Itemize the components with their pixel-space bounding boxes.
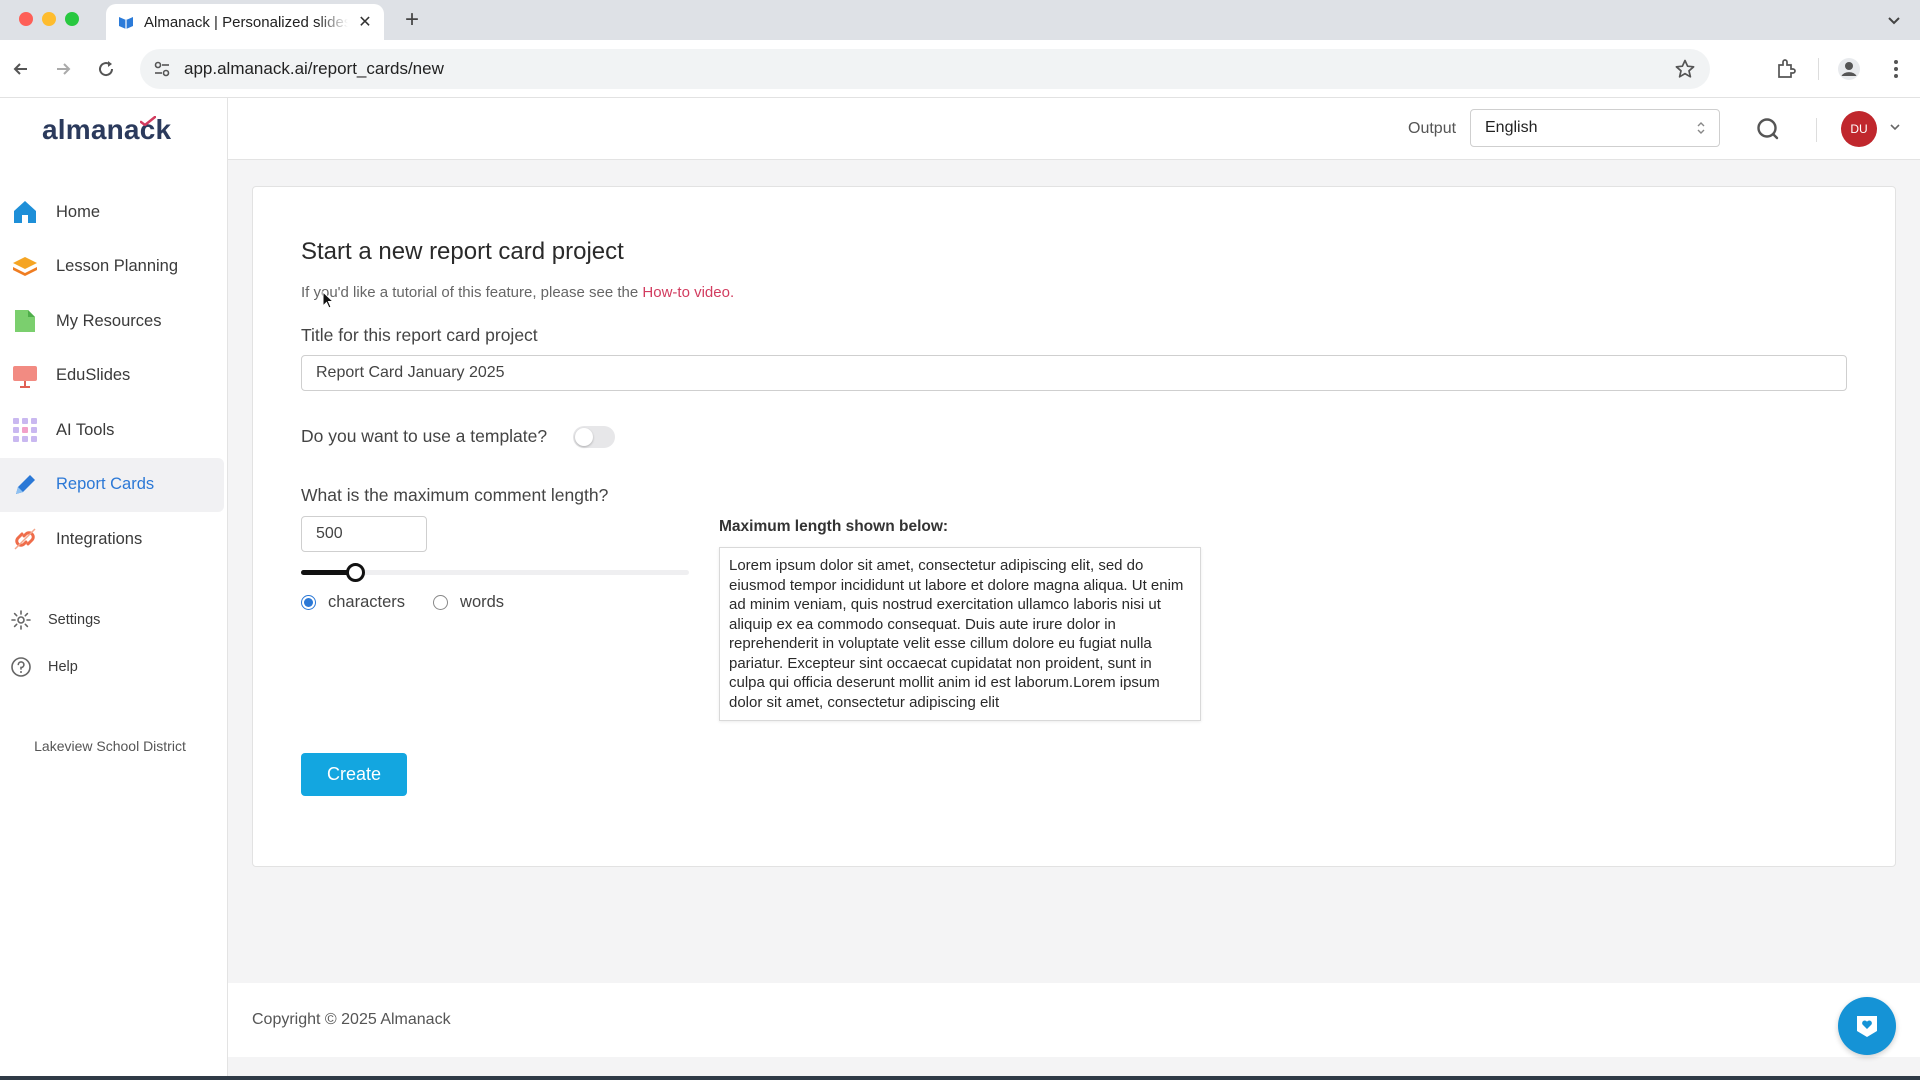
sidebar-item-label: My Resources <box>56 311 162 330</box>
toggle-knob <box>575 428 593 446</box>
length-unit-radio-group: characters words <box>301 593 532 612</box>
sidebar-item-settings[interactable]: Settings <box>0 596 224 643</box>
maximize-window-button[interactable] <box>65 12 79 26</box>
document-icon <box>12 308 38 334</box>
slider-thumb[interactable] <box>346 563 366 582</box>
create-button[interactable]: Create <box>301 753 407 796</box>
address-bar[interactable]: app.almanack.ai/report_cards/new <box>140 49 1710 89</box>
search-icon[interactable] <box>1755 116 1781 142</box>
template-toggle[interactable] <box>573 426 615 448</box>
sidebar-item-report-cards[interactable]: Report Cards <box>0 457 224 512</box>
length-preview-box: Lorem ipsum dolor sit amet, consectetur … <box>719 547 1201 721</box>
sidebar-item-label: Report Cards <box>56 475 155 494</box>
page-title: Start a new report card project <box>301 238 624 265</box>
home-icon <box>12 199 38 225</box>
help-label: Help <box>48 658 78 675</box>
help-circle-icon <box>10 656 32 678</box>
sidebar-item-my-resources[interactable]: My Resources <box>0 294 224 349</box>
sidebar-item-integrations[interactable]: Integrations <box>0 512 224 567</box>
sidebar-item-label: Lesson Planning <box>56 257 179 276</box>
close-window-button[interactable] <box>19 12 33 26</box>
pencil-icon <box>12 472 38 498</box>
characters-radio[interactable] <box>301 595 316 610</box>
copyright-text: Copyright © 2025 Almanack <box>252 1011 451 1028</box>
sidebar-item-ai-tools[interactable]: AI Tools <box>0 403 224 458</box>
sidebar-item-label: AI Tools <box>56 420 115 439</box>
header-divider <box>1816 118 1817 142</box>
chat-heart-icon <box>1857 1016 1877 1037</box>
tab-search-icon[interactable] <box>1882 8 1906 32</box>
sidebar-item-label: EduSlides <box>56 366 131 385</box>
sidebar-secondary-nav: Settings Help <box>0 596 224 690</box>
gear-icon <box>10 609 32 631</box>
max-length-slider[interactable] <box>301 563 689 582</box>
logo-tick-icon <box>140 116 156 126</box>
mouse-cursor-icon <box>322 291 334 309</box>
profile-icon[interactable] <box>1837 57 1861 81</box>
browser-toolbar: app.almanack.ai/report_cards/new <box>0 40 1920 98</box>
forward-arrow-icon[interactable] <box>50 56 76 82</box>
browser-tabstrip: Almanack | Personalized slides ✕ + <box>0 0 1920 40</box>
sidebar-nav: Home Lesson Planning My Resources EduSli… <box>0 185 224 567</box>
sidebar-item-label: Integrations <box>56 529 143 548</box>
project-title-input[interactable] <box>301 355 1847 391</box>
app-header: Output English DU <box>228 98 1920 160</box>
language-value: English <box>1485 119 1538 136</box>
preview-label: Maximum length shown below: <box>719 518 949 535</box>
sidebar: almanack Home Lesson Planning My Resourc… <box>0 98 228 1080</box>
browser-menu-icon[interactable] <box>1884 57 1908 81</box>
grid-icon <box>12 417 38 443</box>
how-to-video-link[interactable]: How-to video. <box>642 284 734 301</box>
minimize-window-button[interactable] <box>42 12 56 26</box>
sidebar-item-help[interactable]: Help <box>0 643 224 690</box>
output-label: Output <box>1408 120 1457 137</box>
extensions-puzzle-icon[interactable] <box>1774 57 1798 81</box>
settings-label: Settings <box>48 611 101 628</box>
tutorial-text: If you'd like a tutorial of this feature… <box>301 284 643 301</box>
select-arrows-icon <box>1695 119 1707 137</box>
tab-close-icon[interactable]: ✕ <box>356 12 374 32</box>
site-settings-icon[interactable] <box>152 59 172 79</box>
url-text: app.almanack.ai/report_cards/new <box>184 59 444 78</box>
chevron-down-icon[interactable] <box>1888 120 1902 134</box>
sidebar-item-lesson-planning[interactable]: Lesson Planning <box>0 240 224 295</box>
sidebar-item-eduslides[interactable]: EduSlides <box>0 349 224 404</box>
link-icon <box>12 526 38 552</box>
words-radio[interactable] <box>433 595 449 610</box>
reload-icon[interactable] <box>93 56 119 82</box>
district-name: Lakeview School District <box>34 738 186 754</box>
page-footer: Copyright © 2025 Almanack <box>228 983 1920 1057</box>
bookmark-star-icon[interactable] <box>1674 58 1696 80</box>
new-tab-button[interactable]: + <box>398 6 426 34</box>
max-length-input[interactable] <box>301 516 427 552</box>
layers-icon <box>12 254 38 280</box>
presentation-icon <box>12 363 38 389</box>
max-length-label: What is the maximum comment length? <box>301 485 609 505</box>
avatar[interactable]: DU <box>1841 111 1877 147</box>
tutorial-hint: If you'd like a tutorial of this feature… <box>301 284 734 301</box>
chat-support-button[interactable] <box>1838 997 1896 1055</box>
window-bottom-edge <box>0 1076 1920 1080</box>
back-arrow-icon[interactable] <box>8 56 34 82</box>
tab-title: Almanack | Personalized slides <box>144 13 348 31</box>
output-language-select[interactable]: English <box>1470 109 1720 147</box>
template-question-label: Do you want to use a template? <box>301 426 548 446</box>
sidebar-item-home[interactable]: Home <box>0 185 224 240</box>
title-field-label: Title for this report card project <box>301 325 538 345</box>
report-card-form: Start a new report card project If you'd… <box>252 186 1896 867</box>
almanack-favicon-icon <box>118 14 134 30</box>
toolbar-divider <box>1818 58 1819 80</box>
browser-tab[interactable]: Almanack | Personalized slides ✕ <box>106 4 384 40</box>
sidebar-item-label: Home <box>56 202 101 221</box>
characters-label[interactable]: characters <box>328 593 405 612</box>
words-label[interactable]: words <box>460 593 504 612</box>
